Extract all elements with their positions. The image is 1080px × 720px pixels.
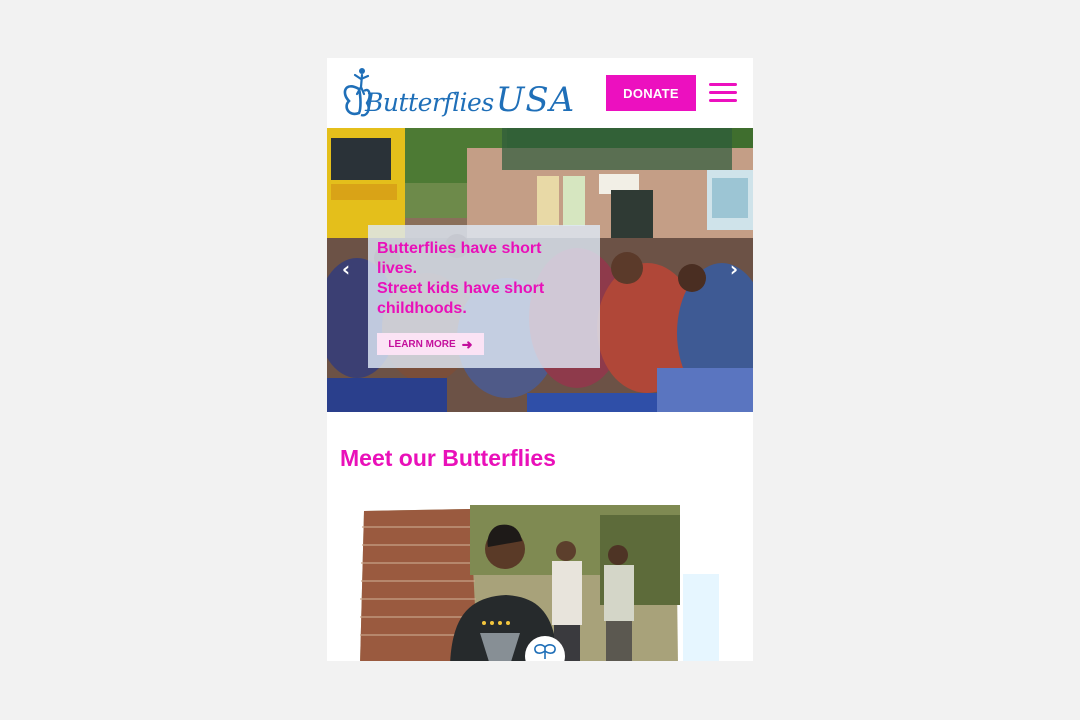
hamburger-icon[interactable] [709, 82, 737, 104]
hero-headline-line: Street kids have short [377, 280, 545, 297]
menu-bar [709, 83, 737, 86]
butterfly-profile-photo[interactable] [360, 505, 680, 661]
butterflies-usa-logo[interactable]: ButterfliesUSA [339, 63, 574, 123]
menu-bar [709, 99, 737, 102]
site-header: ButterfliesUSA DONATE [327, 58, 753, 128]
hero-headline-line: childhoods. [377, 300, 467, 317]
hero-carousel: ‹ › Butterflies have short lives. Street… [327, 128, 753, 412]
menu-bar [709, 91, 737, 94]
hero-headline-line: lives. [377, 260, 418, 277]
logo-word-butterflies: Butterflies [365, 88, 494, 117]
learn-more-button[interactable]: LEARN MORE ➜ [377, 333, 484, 355]
chevron-right-icon[interactable]: › [725, 257, 743, 281]
donate-button[interactable]: DONATE [606, 75, 696, 111]
logo-wordmark: ButterfliesUSA [365, 83, 575, 117]
card-accent-block [683, 574, 719, 661]
learn-more-label: LEARN MORE [388, 338, 456, 350]
mobile-page: ButterfliesUSA DONATE ‹ › Butterflies ha… [327, 58, 753, 661]
hero-headline-line: Butterflies have short [377, 240, 542, 257]
section-title: Meet our Butterflies [340, 445, 556, 471]
arrow-right-icon: ➜ [461, 336, 473, 352]
profile-photo-image [360, 505, 680, 661]
logo-word-usa: USA [495, 80, 576, 120]
chevron-left-icon[interactable]: ‹ [337, 257, 355, 281]
hero-caption-card: Butterflies have short lives. Street kid… [368, 225, 600, 368]
butterfly-icon [534, 644, 556, 659]
